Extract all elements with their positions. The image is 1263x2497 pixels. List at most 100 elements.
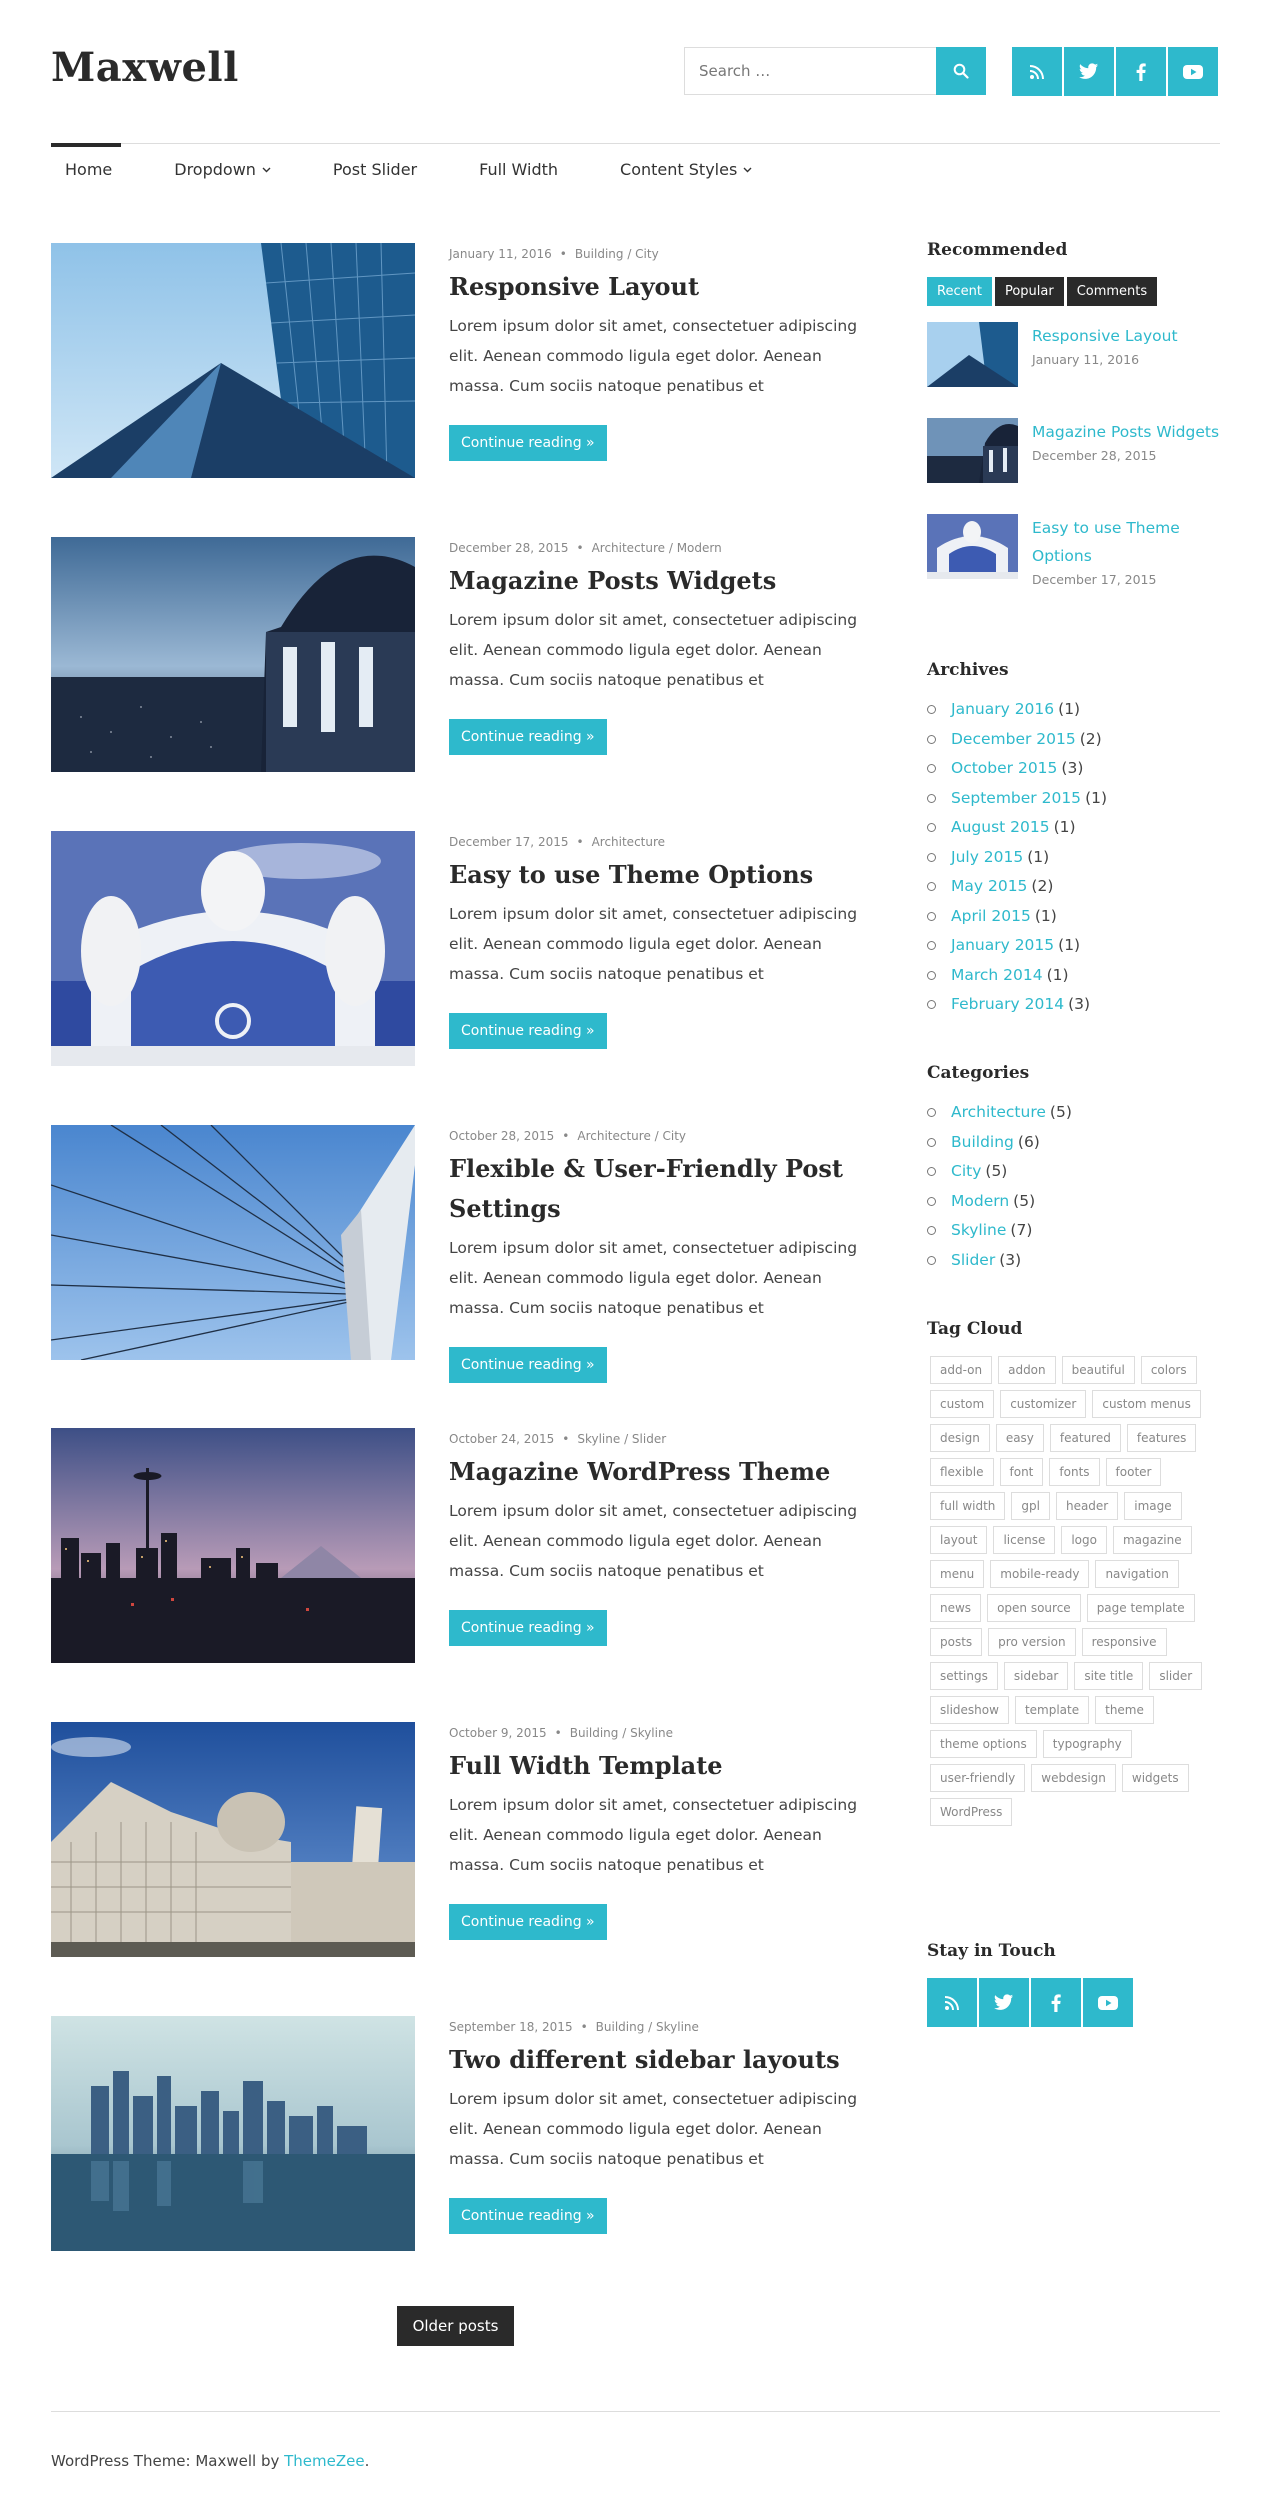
tag-link[interactable]: WordPress (930, 1798, 1013, 1826)
tag-link[interactable]: beautiful (1061, 1356, 1135, 1384)
continue-reading-button[interactable]: Continue reading » (449, 1347, 607, 1383)
category-link[interactable]: Skyline (951, 1216, 1006, 1246)
tag-link[interactable]: custom menus (1092, 1390, 1201, 1418)
tag-link[interactable]: header (1055, 1492, 1119, 1520)
tag-link[interactable]: layout (930, 1526, 988, 1554)
tag-link[interactable]: design (930, 1424, 990, 1452)
post-date[interactable]: October 24, 2015 (449, 1432, 554, 1446)
nav-item-full-width[interactable]: Full Width (465, 160, 572, 179)
tag-link[interactable]: settings (930, 1662, 998, 1690)
tag-link[interactable]: user-friendly (930, 1764, 1026, 1792)
tab-popular[interactable]: Popular (994, 277, 1064, 306)
post-categories[interactable]: Building / City (575, 247, 659, 261)
recommended-thumbnail[interactable] (927, 514, 1018, 579)
post-categories[interactable]: Building / Skyline (596, 2020, 699, 2034)
tag-link[interactable]: slideshow (930, 1696, 1009, 1724)
nav-item-post-slider[interactable]: Post Slider (319, 160, 431, 179)
continue-reading-button[interactable]: Continue reading » (449, 425, 607, 461)
archive-link[interactable]: January 2015 (951, 931, 1054, 961)
archive-link[interactable]: March 2014 (951, 961, 1043, 991)
twitter-button[interactable] (1064, 47, 1114, 96)
tag-link[interactable]: theme options (930, 1730, 1037, 1758)
tag-link[interactable]: page template (1086, 1594, 1195, 1622)
older-posts-button[interactable]: Older posts (397, 2306, 514, 2346)
tag-link[interactable]: magazine (1112, 1526, 1192, 1554)
tag-link[interactable]: webdesign (1031, 1764, 1116, 1792)
rss-button[interactable] (1012, 47, 1062, 96)
rss-button[interactable] (927, 1978, 977, 2027)
tag-link[interactable]: image (1124, 1492, 1182, 1520)
tag-link[interactable]: slider (1149, 1662, 1203, 1690)
post-thumbnail[interactable] (51, 243, 415, 478)
tag-link[interactable]: open source (987, 1594, 1081, 1622)
post-thumbnail[interactable] (51, 1428, 415, 1663)
post-categories[interactable]: Skyline / Slider (577, 1432, 666, 1446)
post-title[interactable]: Magazine WordPress Theme (449, 1452, 879, 1492)
tag-link[interactable]: pro version (988, 1628, 1076, 1656)
post-title[interactable]: Responsive Layout (449, 267, 879, 307)
post-title[interactable]: Flexible & User-Friendly Post Settings (449, 1149, 879, 1229)
archive-link[interactable]: October 2015 (951, 754, 1057, 784)
recommended-thumbnail[interactable] (927, 418, 1018, 483)
recommended-title[interactable]: Easy to use Theme Options (1032, 514, 1227, 570)
recommended-title[interactable]: Magazine Posts Widgets (1032, 418, 1219, 446)
tag-link[interactable]: typography (1042, 1730, 1132, 1758)
tag-link[interactable]: footer (1105, 1458, 1162, 1486)
tag-link[interactable]: site title (1074, 1662, 1144, 1690)
continue-reading-button[interactable]: Continue reading » (449, 1904, 607, 1940)
post-date[interactable]: January 11, 2016 (449, 247, 552, 261)
tag-link[interactable]: logo (1061, 1526, 1107, 1554)
facebook-button[interactable] (1031, 1978, 1081, 2027)
post-thumbnail[interactable] (51, 831, 415, 1066)
themezee-link[interactable]: ThemeZee (284, 2452, 364, 2470)
category-link[interactable]: Slider (951, 1246, 995, 1276)
post-categories[interactable]: Architecture (592, 835, 665, 849)
search-button[interactable] (936, 47, 986, 95)
tag-link[interactable]: navigation (1095, 1560, 1179, 1588)
category-link[interactable]: Modern (951, 1187, 1009, 1217)
tag-link[interactable]: full width (930, 1492, 1006, 1520)
post-date[interactable]: October 9, 2015 (449, 1726, 547, 1740)
post-categories[interactable]: Architecture / City (577, 1129, 686, 1143)
tag-link[interactable]: theme (1095, 1696, 1154, 1724)
post-date[interactable]: December 28, 2015 (449, 541, 568, 555)
youtube-button[interactable] (1083, 1978, 1133, 2027)
category-link[interactable]: Architecture (951, 1098, 1046, 1128)
post-categories[interactable]: Building / Skyline (570, 1726, 673, 1740)
continue-reading-button[interactable]: Continue reading » (449, 2198, 607, 2234)
tag-link[interactable]: menu (930, 1560, 985, 1588)
post-categories[interactable]: Architecture / Modern (592, 541, 722, 555)
archive-link[interactable]: April 2015 (951, 902, 1031, 932)
tag-link[interactable]: responsive (1081, 1628, 1167, 1656)
nav-item-content-styles[interactable]: Content Styles (606, 160, 766, 179)
archive-link[interactable]: September 2015 (951, 784, 1081, 814)
tag-link[interactable]: template (1014, 1696, 1090, 1724)
tag-link[interactable]: gpl (1011, 1492, 1050, 1520)
category-link[interactable]: Building (951, 1128, 1014, 1158)
tag-link[interactable]: easy (995, 1424, 1044, 1452)
post-title[interactable]: Full Width Template (449, 1746, 879, 1786)
site-title[interactable]: Maxwell (51, 44, 239, 91)
archive-link[interactable]: July 2015 (951, 843, 1023, 873)
tag-link[interactable]: widgets (1121, 1764, 1189, 1792)
search-input[interactable] (685, 48, 936, 94)
tag-link[interactable]: posts (930, 1628, 983, 1656)
nav-item-dropdown[interactable]: Dropdown (160, 160, 285, 179)
tag-link[interactable]: featured (1049, 1424, 1121, 1452)
tag-link[interactable]: flexible (930, 1458, 994, 1486)
nav-item-home[interactable]: Home (51, 160, 126, 179)
archive-link[interactable]: December 2015 (951, 725, 1076, 755)
tag-link[interactable]: custom (930, 1390, 995, 1418)
continue-reading-button[interactable]: Continue reading » (449, 719, 607, 755)
post-date[interactable]: September 18, 2015 (449, 2020, 573, 2034)
post-date[interactable]: October 28, 2015 (449, 1129, 554, 1143)
archive-link[interactable]: January 2016 (951, 695, 1054, 725)
tag-link[interactable]: sidebar (1003, 1662, 1069, 1690)
post-thumbnail[interactable] (51, 1722, 415, 1957)
facebook-button[interactable] (1116, 47, 1166, 96)
tag-link[interactable]: news (930, 1594, 982, 1622)
category-link[interactable]: City (951, 1157, 981, 1187)
twitter-button[interactable] (979, 1978, 1029, 2027)
post-thumbnail[interactable] (51, 1125, 415, 1360)
tag-link[interactable]: license (993, 1526, 1056, 1554)
